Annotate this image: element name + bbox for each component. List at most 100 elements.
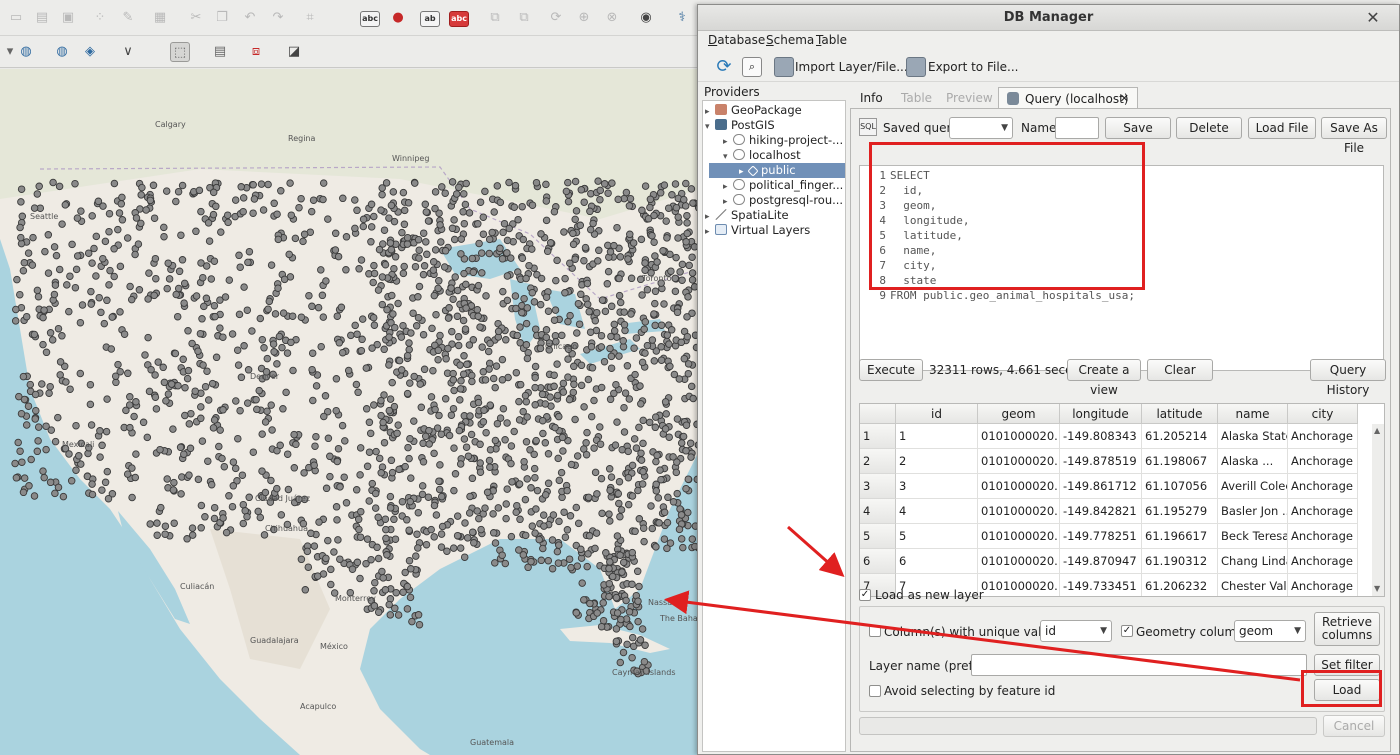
row-header[interactable]: 2 xyxy=(860,449,896,474)
export-file-button[interactable]: Export to File... xyxy=(928,55,1018,79)
table-cell[interactable]: 61.196617 xyxy=(1142,524,1218,549)
table-cell[interactable]: 0101000020... xyxy=(978,574,1060,596)
tree-item-postgis[interactable]: ▾ PostGIS xyxy=(705,118,775,133)
table-cell[interactable]: 61.198067 xyxy=(1142,449,1218,474)
table-cell[interactable]: Anchorage xyxy=(1288,424,1358,449)
column-header-city[interactable]: city xyxy=(1288,404,1358,424)
table-cell[interactable]: 5 xyxy=(896,524,978,549)
tree-item-postgresql-rou[interactable]: ▸ postgresql-rou... xyxy=(723,193,843,208)
results-table[interactable]: ▲ ▼ id geom longitude latitude name city 1 1 010… xyxy=(859,403,1385,597)
cancel-button[interactable]: Cancel xyxy=(1323,715,1385,737)
load-file-button[interactable]: Load File xyxy=(1248,117,1316,139)
query-name-input[interactable] xyxy=(1055,117,1099,139)
table-cell[interactable]: 61.206232 xyxy=(1142,574,1218,596)
geometry-column-select[interactable]: geom ▼ xyxy=(1234,620,1306,642)
column-header-longitude[interactable]: longitude xyxy=(1060,404,1142,424)
retrieve-columns-button[interactable]: Retrieve columns xyxy=(1314,612,1380,646)
table-cell[interactable]: 61.195279 xyxy=(1142,499,1218,524)
save-button[interactable]: Save xyxy=(1105,117,1171,139)
scroll-up-icon[interactable]: ▲ xyxy=(1374,426,1380,435)
save-as-file-button[interactable]: Save As File xyxy=(1321,117,1387,155)
table-cell[interactable]: Anchorage xyxy=(1288,449,1358,474)
corner-header[interactable] xyxy=(860,404,896,424)
table-cell[interactable]: Anchorage xyxy=(1288,474,1358,499)
row-header[interactable]: 4 xyxy=(860,499,896,524)
create-view-button[interactable]: Create a view xyxy=(1067,359,1141,397)
table-cell[interactable]: -149.808343 xyxy=(1060,424,1142,449)
table-cell[interactable]: 0101000020... xyxy=(978,424,1060,449)
tab-query[interactable]: Query (localhost) ✕ xyxy=(998,87,1138,109)
table-cell[interactable]: 0101000020... xyxy=(978,474,1060,499)
column-header-id[interactable]: id xyxy=(896,404,978,424)
load-as-layer-checkbox[interactable]: ✓ xyxy=(859,589,871,601)
sql-window-icon[interactable]: ⌕ xyxy=(742,57,762,77)
table-cell[interactable]: Chester Valle... xyxy=(1218,574,1288,596)
table-cell[interactable]: 61.107056 xyxy=(1142,474,1218,499)
table-cell[interactable]: 0101000020... xyxy=(978,499,1060,524)
scroll-down-icon[interactable]: ▼ xyxy=(1374,584,1380,593)
tab-preview[interactable]: Preview xyxy=(938,87,1001,109)
clear-button[interactable]: Clear xyxy=(1147,359,1213,381)
table-cell[interactable]: Alaska State ... xyxy=(1218,424,1288,449)
execute-button[interactable]: Execute xyxy=(859,359,923,381)
menu-table[interactable]: Table xyxy=(816,33,847,47)
avoid-selecting-checkbox[interactable] xyxy=(869,685,881,697)
table-cell[interactable]: 0101000020... xyxy=(978,524,1060,549)
table-cell[interactable]: 4 xyxy=(896,499,978,524)
table-cell[interactable]: Anchorage xyxy=(1288,549,1358,574)
table-cell[interactable]: Anchorage xyxy=(1288,574,1358,596)
tree-item-political[interactable]: ▸ political_finger... xyxy=(723,178,843,193)
table-cell[interactable]: Chang Linda ... xyxy=(1218,549,1288,574)
unique-columns-checkbox[interactable] xyxy=(869,625,881,637)
table-cell[interactable]: 2 xyxy=(896,449,978,474)
table-cell[interactable]: -149.842821 xyxy=(1060,499,1142,524)
import-layer-icon[interactable] xyxy=(774,57,794,77)
table-cell[interactable]: 6 xyxy=(896,549,978,574)
vertical-scrollbar[interactable]: ▲ ▼ xyxy=(1372,424,1384,596)
table-cell[interactable]: -149.861712 xyxy=(1060,474,1142,499)
row-header[interactable]: 5 xyxy=(860,524,896,549)
tree-item-localhost[interactable]: ▾ localhost xyxy=(723,148,801,163)
table-cell[interactable]: 0101000020... xyxy=(978,449,1060,474)
tree-item-geopackage[interactable]: ▸ GeoPackage xyxy=(705,103,802,118)
table-cell[interactable]: Anchorage xyxy=(1288,499,1358,524)
table-cell[interactable]: 1 xyxy=(896,424,978,449)
row-header[interactable]: 3 xyxy=(860,474,896,499)
table-cell[interactable]: Alaska ... xyxy=(1218,449,1288,474)
tree-item-spatialite[interactable]: ▸ SpatiaLite xyxy=(705,208,789,223)
column-header-name[interactable]: name xyxy=(1218,404,1288,424)
tree-item-public[interactable]: ▸ public xyxy=(709,163,845,178)
column-header-latitude[interactable]: latitude xyxy=(1142,404,1218,424)
unique-column-select[interactable]: id ▼ xyxy=(1040,620,1112,642)
delete-button[interactable]: Delete xyxy=(1176,117,1242,139)
table-cell[interactable]: Beck Teresa ... xyxy=(1218,524,1288,549)
menu-schema[interactable]: Schema xyxy=(766,33,814,47)
column-header-geom[interactable]: geom xyxy=(978,404,1060,424)
tree-item-hiking-project[interactable]: ▸ hiking-project-... xyxy=(723,133,843,148)
table-cell[interactable]: -149.870947 xyxy=(1060,549,1142,574)
import-layer-button[interactable]: Import Layer/File... xyxy=(795,55,908,79)
expand-icon[interactable]: ▸ xyxy=(705,225,715,240)
query-history-button[interactable]: Query History xyxy=(1310,359,1386,397)
table-cell[interactable]: -149.878519 xyxy=(1060,449,1142,474)
row-header[interactable]: 6 xyxy=(860,549,896,574)
table-cell[interactable]: 61.190312 xyxy=(1142,549,1218,574)
close-tab-icon[interactable]: ✕ xyxy=(1120,88,1129,110)
row-header[interactable]: 1 xyxy=(860,424,896,449)
table-cell[interactable]: Anchorage xyxy=(1288,524,1358,549)
table-cell[interactable]: -149.778251 xyxy=(1060,524,1142,549)
table-cell[interactable]: -149.733451 xyxy=(1060,574,1142,596)
geometry-column-checkbox[interactable]: ✓ xyxy=(1121,625,1133,637)
close-window-icon[interactable]: ✕ xyxy=(1363,5,1383,31)
saved-query-select[interactable]: ▼ xyxy=(949,117,1013,139)
tab-table[interactable]: Table xyxy=(893,87,940,109)
tree-item-virtual-layers[interactable]: ▸ Virtual Layers xyxy=(705,223,810,238)
table-cell[interactable]: Basler Jon ... xyxy=(1218,499,1288,524)
tab-info[interactable]: Info xyxy=(852,87,891,109)
table-cell[interactable]: 0101000020... xyxy=(978,549,1060,574)
collapse-icon[interactable]: ▾ xyxy=(705,120,715,135)
layer-name-input[interactable] xyxy=(971,654,1307,676)
table-cell[interactable]: 61.205214 xyxy=(1142,424,1218,449)
table-cell[interactable]: Averill Colee... xyxy=(1218,474,1288,499)
table-cell[interactable]: 3 xyxy=(896,474,978,499)
